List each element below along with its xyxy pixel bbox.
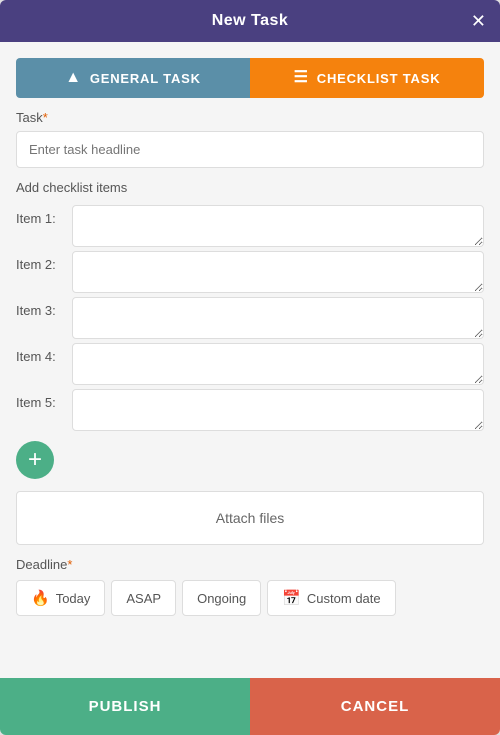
- publish-button[interactable]: PUBLISH: [0, 678, 250, 735]
- attach-files-button[interactable]: Attach files: [16, 491, 484, 545]
- new-task-modal: New Task ✕ ▲ GENERAL TASK ☰ CHECKLIST TA…: [0, 0, 500, 735]
- modal-title: New Task: [212, 12, 289, 30]
- deadline-today-button[interactable]: 🔥 Today: [16, 580, 105, 616]
- checklist-item-3-label: Item 3:: [16, 297, 64, 318]
- checklist-task-icon: ☰: [294, 70, 309, 86]
- checklist-item-4: Item 4:: [16, 343, 484, 385]
- checklist-item-1-input[interactable]: [72, 205, 484, 247]
- fire-icon: 🔥: [31, 589, 50, 607]
- checklist-item-2: Item 2:: [16, 251, 484, 293]
- add-checklist-item-button[interactable]: +: [16, 441, 54, 479]
- checklist-item-5: Item 5:: [16, 389, 484, 431]
- checklist-item-1: Item 1:: [16, 205, 484, 247]
- task-field-section: Task*: [16, 110, 484, 168]
- modal-header: New Task ✕: [0, 0, 500, 42]
- general-task-label: GENERAL TASK: [90, 71, 201, 86]
- checklist-task-tab[interactable]: ☰ CHECKLIST TASK: [250, 58, 484, 98]
- cancel-button[interactable]: CANCEL: [250, 678, 500, 735]
- general-task-tab[interactable]: ▲ GENERAL TASK: [16, 58, 250, 98]
- close-button[interactable]: ✕: [471, 12, 486, 30]
- checklist-item-2-label: Item 2:: [16, 251, 64, 272]
- checklist-item-3: Item 3:: [16, 297, 484, 339]
- checklist-task-label: CHECKLIST TASK: [317, 71, 441, 86]
- checklist-item-4-input[interactable]: [72, 343, 484, 385]
- deadline-section: Deadline* 🔥 Today ASAP Ongoing 📅 Custom …: [16, 557, 484, 616]
- task-field-label: Task*: [16, 110, 484, 125]
- checklist-item-5-input[interactable]: [72, 389, 484, 431]
- deadline-label: Deadline*: [16, 557, 484, 572]
- checklist-item-2-input[interactable]: [72, 251, 484, 293]
- footer-buttons: PUBLISH CANCEL: [0, 678, 500, 735]
- checklist-item-1-label: Item 1:: [16, 205, 64, 226]
- checklist-item-4-label: Item 4:: [16, 343, 64, 364]
- tab-row: ▲ GENERAL TASK ☰ CHECKLIST TASK: [16, 58, 484, 98]
- deadline-options: 🔥 Today ASAP Ongoing 📅 Custom date: [16, 580, 484, 616]
- calendar-icon: 📅: [282, 589, 301, 607]
- checklist-section-label: Add checklist items: [16, 180, 484, 195]
- deadline-custom-button[interactable]: 📅 Custom date: [267, 580, 395, 616]
- modal-body: ▲ GENERAL TASK ☰ CHECKLIST TASK Task* Ad…: [0, 42, 500, 678]
- deadline-ongoing-button[interactable]: Ongoing: [182, 580, 261, 616]
- checklist-section: Add checklist items Item 1: Item 2: Item…: [16, 180, 484, 479]
- deadline-asap-button[interactable]: ASAP: [111, 580, 176, 616]
- general-task-icon: ▲: [65, 70, 82, 86]
- checklist-item-5-label: Item 5:: [16, 389, 64, 410]
- task-headline-input[interactable]: [16, 131, 484, 168]
- checklist-item-3-input[interactable]: [72, 297, 484, 339]
